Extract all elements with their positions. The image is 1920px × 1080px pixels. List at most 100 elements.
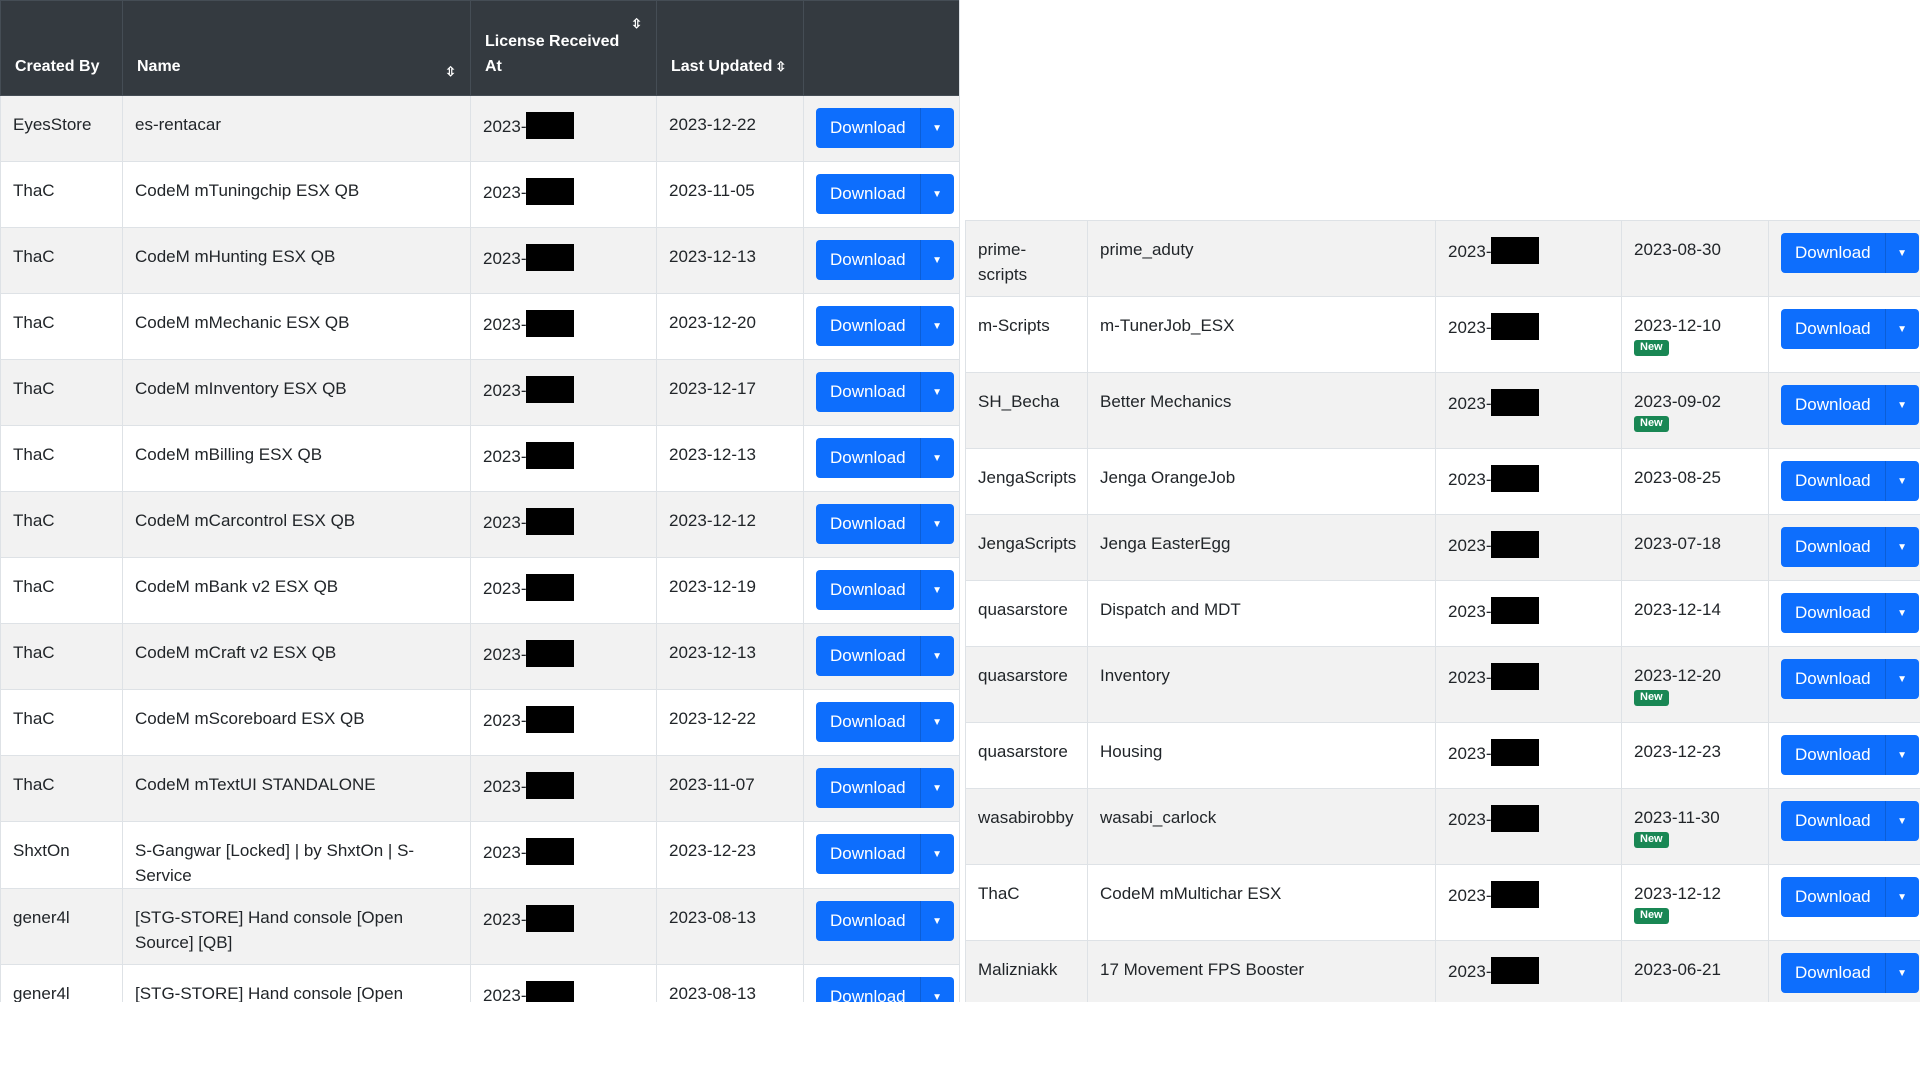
download-options-toggle[interactable]: ▼ xyxy=(919,702,954,742)
sort-icon[interactable]: ⇳ xyxy=(631,17,642,30)
download-button[interactable]: Download xyxy=(1781,527,1885,567)
caret-down-icon: ▼ xyxy=(1897,749,1908,761)
creator-name: ThaC xyxy=(13,445,55,464)
sort-icon[interactable]: ⇳ xyxy=(775,59,786,74)
download-options-toggle[interactable]: ▼ xyxy=(919,306,954,346)
download-button[interactable]: Download xyxy=(816,504,920,544)
license-date-prefix: 2023- xyxy=(1448,536,1492,555)
download-options-toggle[interactable]: ▼ xyxy=(919,504,954,544)
download-button[interactable]: Download xyxy=(816,108,920,148)
download-button[interactable]: Download xyxy=(816,834,920,874)
download-options-toggle[interactable]: ▼ xyxy=(1884,659,1919,699)
creator-name: quasarstore xyxy=(978,666,1068,685)
download-options-toggle[interactable]: ▼ xyxy=(1884,461,1919,501)
table-row: prime-scripts prime_aduty 2023- 2023-08-… xyxy=(965,220,1920,297)
download-button[interactable]: Download xyxy=(816,702,920,742)
caret-down-icon: ▼ xyxy=(932,452,943,464)
cell-last-updated: 2023-12-13 xyxy=(656,425,804,492)
download-options-toggle[interactable]: ▼ xyxy=(1884,309,1919,349)
header-license-received-at[interactable]: License Received At ⇳ xyxy=(470,0,657,96)
download-options-toggle[interactable]: ▼ xyxy=(919,240,954,280)
download-button[interactable]: Download xyxy=(816,372,920,412)
cell-created-by: ThaC xyxy=(0,293,123,360)
creator-name: SH_Becha xyxy=(978,392,1060,411)
download-button[interactable]: Download xyxy=(1781,659,1885,699)
download-button[interactable]: Download xyxy=(816,901,920,941)
cell-name: Dispatch and MDT xyxy=(1087,580,1436,647)
license-date-prefix: 2023- xyxy=(483,447,527,466)
cell-last-updated: 2023-07-18 xyxy=(1621,514,1769,581)
cell-license-received: 2023- xyxy=(1435,220,1622,297)
download-options-toggle[interactable]: ▼ xyxy=(1884,527,1919,567)
cell-name: CodeM mMultichar ESX xyxy=(1087,864,1436,941)
download-options-toggle[interactable]: ▼ xyxy=(919,372,954,412)
cell-actions: Download ▼ xyxy=(803,623,959,690)
download-options-toggle[interactable]: ▼ xyxy=(919,174,954,214)
license-date-prefix: 2023- xyxy=(483,645,527,664)
download-button[interactable]: Download xyxy=(816,977,920,1002)
download-button[interactable]: Download xyxy=(816,306,920,346)
download-options-toggle[interactable]: ▼ xyxy=(919,768,954,808)
download-options-toggle[interactable]: ▼ xyxy=(919,834,954,874)
caret-down-icon: ▼ xyxy=(932,188,943,200)
download-options-toggle[interactable]: ▼ xyxy=(1884,735,1919,775)
header-created-by[interactable]: Created By xyxy=(0,0,123,96)
cell-created-by: ThaC xyxy=(0,755,123,822)
download-button[interactable]: Download xyxy=(1781,953,1885,993)
download-button[interactable]: Download xyxy=(1781,461,1885,501)
download-options-toggle[interactable]: ▼ xyxy=(919,977,954,1002)
download-button[interactable]: Download xyxy=(816,240,920,280)
download-button-group: Download ▼ xyxy=(816,901,954,941)
download-button[interactable]: Download xyxy=(1781,233,1885,273)
download-options-toggle[interactable]: ▼ xyxy=(919,901,954,941)
download-button[interactable]: Download xyxy=(1781,385,1885,425)
header-last-updated[interactable]: Last Updated ⇳ xyxy=(656,0,804,96)
download-options-toggle[interactable]: ▼ xyxy=(1884,801,1919,841)
download-options-toggle[interactable]: ▼ xyxy=(1884,593,1919,633)
download-options-toggle[interactable]: ▼ xyxy=(919,570,954,610)
download-options-toggle[interactable]: ▼ xyxy=(1884,385,1919,425)
header-actions xyxy=(803,0,959,96)
download-options-toggle[interactable]: ▼ xyxy=(1884,877,1919,917)
download-button[interactable]: Download xyxy=(816,438,920,478)
sort-icon[interactable]: ⇳ xyxy=(445,65,456,78)
download-options-toggle[interactable]: ▼ xyxy=(919,438,954,478)
download-options-toggle[interactable]: ▼ xyxy=(919,636,954,676)
download-button[interactable]: Download xyxy=(816,174,920,214)
last-updated-date: 2023-12-23 xyxy=(1634,742,1721,761)
redaction-block xyxy=(526,508,575,535)
last-updated-date: 2023-12-13 xyxy=(669,445,756,464)
cell-created-by: ThaC xyxy=(0,623,123,690)
download-options-toggle[interactable]: ▼ xyxy=(1884,233,1919,273)
download-button[interactable]: Download xyxy=(1781,877,1885,917)
cell-created-by: JengaScripts xyxy=(965,514,1088,581)
creator-name: ThaC xyxy=(13,247,55,266)
cell-created-by: gener4l xyxy=(0,888,123,965)
cell-created-by: m-Scripts xyxy=(965,296,1088,373)
cell-created-by: wasabirobby xyxy=(965,788,1088,865)
last-updated-date: 2023-06-21 xyxy=(1634,960,1721,979)
cell-name: CodeM mBank v2 ESX QB xyxy=(122,557,471,624)
cell-created-by: JengaScripts xyxy=(965,448,1088,515)
cell-license-received: 2023- xyxy=(1435,580,1622,647)
download-button[interactable]: Download xyxy=(1781,593,1885,633)
cell-actions: Download ▼ xyxy=(803,293,959,360)
resource-name: CodeM mCarcontrol ESX QB xyxy=(135,511,356,530)
download-options-toggle[interactable]: ▼ xyxy=(919,108,954,148)
last-updated-date: 2023-09-02 xyxy=(1634,392,1721,411)
creator-name: gener4l xyxy=(13,908,70,927)
download-button[interactable]: Download xyxy=(1781,735,1885,775)
download-button[interactable]: Download xyxy=(816,768,920,808)
download-button[interactable]: Download xyxy=(1781,801,1885,841)
download-options-toggle[interactable]: ▼ xyxy=(1884,953,1919,993)
redaction-block xyxy=(1491,313,1540,340)
cell-last-updated: 2023-11-07 xyxy=(656,755,804,822)
redaction-block xyxy=(1491,237,1540,264)
download-button[interactable]: Download xyxy=(816,636,920,676)
caret-down-icon: ▼ xyxy=(932,650,943,662)
redaction-block xyxy=(1491,805,1540,832)
cell-name: [STG-STORE] Hand console [Open Source] [… xyxy=(122,964,471,1002)
download-button[interactable]: Download xyxy=(1781,309,1885,349)
header-name[interactable]: Name ⇳ xyxy=(122,0,471,96)
download-button[interactable]: Download xyxy=(816,570,920,610)
